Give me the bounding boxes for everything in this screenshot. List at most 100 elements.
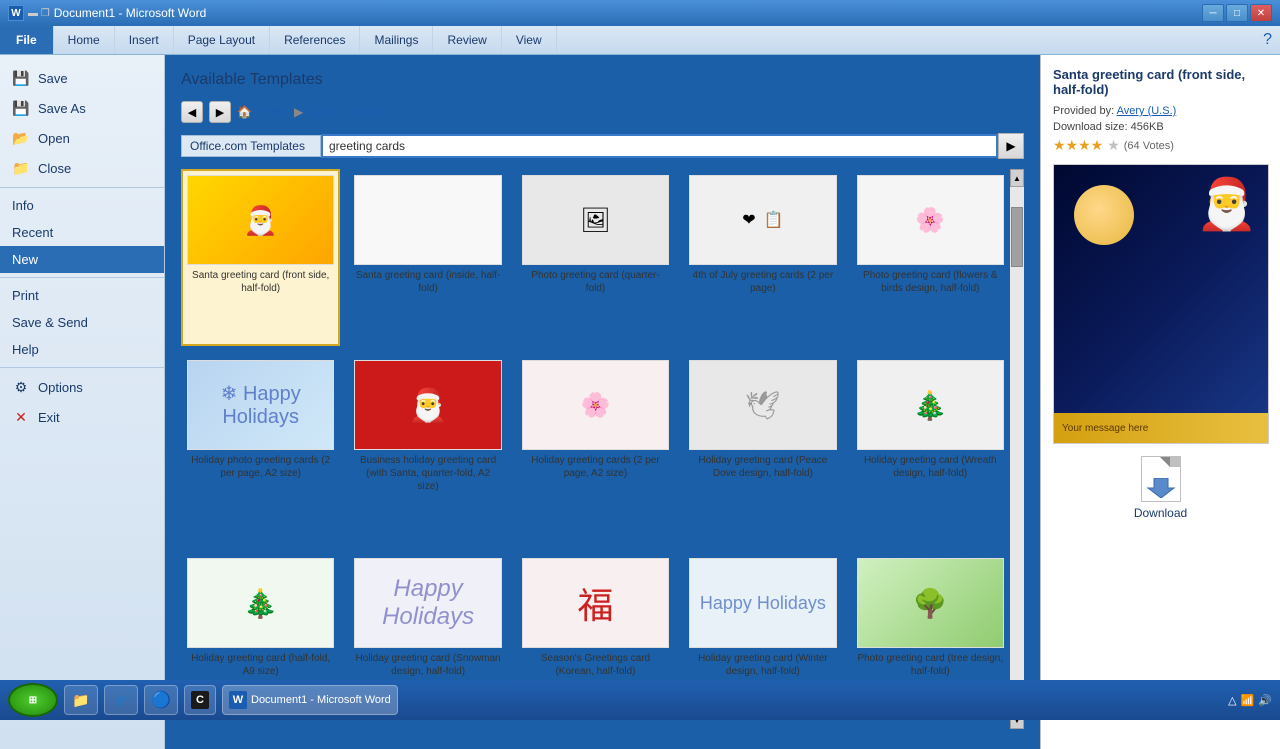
template-thumb-holiday-2pp: 🌸: [522, 360, 669, 450]
tab-view[interactable]: View: [502, 26, 557, 54]
preview-santa-icon: 🎅: [1196, 175, 1258, 234]
provider-link[interactable]: Avery (U.S.): [1117, 105, 1177, 117]
template-label-photo-tree: Photo greeting card (tree design, half-f…: [857, 652, 1004, 678]
sidebar-item-open[interactable]: 📂 Open: [0, 123, 164, 153]
download-icon: [1141, 456, 1181, 502]
taskbar-chrome[interactable]: 🔵: [144, 685, 178, 715]
template-item-peace-dove[interactable]: 🕊 Holiday greeting card (Peace Dove desi…: [683, 354, 842, 544]
tab-file[interactable]: File: [0, 26, 54, 54]
tab-home[interactable]: Home: [54, 26, 115, 54]
template-label-peace-dove: Holiday greeting card (Peace Dove design…: [689, 454, 836, 480]
home-icon: 🏠: [237, 105, 252, 119]
template-thumb-photo-tree: 🌳: [857, 558, 1004, 648]
template-thumb-korean: 福: [522, 558, 669, 648]
sidebar-item-info[interactable]: Info: [0, 192, 164, 219]
template-item-business-holiday[interactable]: 🎅 Business holiday greeting card (with S…: [348, 354, 507, 544]
template-thumb-wreath: 🎄: [857, 360, 1004, 450]
template-thumb-holiday-photo: ❄ Happy Holidays: [187, 360, 334, 450]
tab-review[interactable]: Review: [433, 26, 501, 54]
template-item-santa-inside[interactable]: Santa greeting card (inside, half-fold): [348, 169, 507, 346]
open-icon: 📂: [12, 129, 30, 147]
sidebar: 💾 Save 💾 Save As 📂 Open 📁 Close Info Rec…: [0, 55, 165, 749]
template-label-wreath: Holiday greeting card (Wreath design, ha…: [857, 454, 1004, 480]
tray-arrow[interactable]: △: [1228, 694, 1236, 707]
sidebar-item-help[interactable]: Help: [0, 336, 164, 363]
tab-insert[interactable]: Insert: [115, 26, 174, 54]
ribbon: File Home Insert Page Layout References …: [0, 26, 1280, 55]
nav-back-button[interactable]: ◀: [181, 101, 203, 123]
taskbar: ⊞ 📁 ℯ 🔵 C W Document1 - Microsoft Word △…: [0, 680, 1280, 720]
scroll-thumb[interactable]: [1011, 207, 1023, 267]
scroll-bar[interactable]: ▲ ▼: [1010, 169, 1024, 729]
maximize-button[interactable]: □: [1226, 4, 1248, 22]
template-label-july-4th: 4th of July greeting cards (2 per page): [689, 269, 836, 295]
minimize-button[interactable]: ─: [1202, 4, 1224, 22]
sidebar-item-close[interactable]: 📁 Close: [0, 153, 164, 183]
sidebar-item-exit[interactable]: ✕ Exit: [0, 402, 164, 432]
save-icon: 💾: [12, 69, 30, 87]
search-button[interactable]: ▶: [998, 133, 1024, 159]
template-item-wreath[interactable]: 🎄 Holiday greeting card (Wreath design, …: [851, 354, 1010, 544]
sidebar-item-print[interactable]: Print: [0, 282, 164, 309]
template-label-business-holiday: Business holiday greeting card (with San…: [354, 454, 501, 493]
sidebar-item-save-as[interactable]: 💾 Save As: [0, 93, 164, 123]
tab-mailings[interactable]: Mailings: [360, 26, 433, 54]
template-thumb-half-fold-a9: 🎄: [187, 558, 334, 648]
template-item-santa-front[interactable]: 🎅 Santa greeting card (front side, half-…: [181, 169, 340, 346]
sidebar-item-recent[interactable]: Recent: [0, 219, 164, 246]
taskbar-c-app[interactable]: C: [184, 685, 216, 715]
start-button[interactable]: ⊞: [8, 683, 58, 717]
tab-references[interactable]: References: [270, 26, 360, 54]
template-thumb-santa-inside: [354, 175, 501, 265]
template-thumb-peace-dove: 🕊: [689, 360, 836, 450]
template-thumb-santa-front: 🎅: [187, 175, 334, 265]
main-layout: 💾 Save 💾 Save As 📂 Open 📁 Close Info Rec…: [0, 55, 1280, 749]
nav-forward-button[interactable]: ▶: [209, 101, 231, 123]
search-area: Office.com Templates ▶: [181, 133, 1024, 159]
tray-sound-icon: 🔊: [1258, 694, 1272, 707]
sidebar-item-new[interactable]: New: [0, 246, 164, 273]
title-bar-controls[interactable]: ─ □ ✕: [1202, 4, 1272, 22]
download-label: Download: [1134, 506, 1187, 520]
template-item-photo-flowers[interactable]: 🌸 Photo greeting card (flowers & birds d…: [851, 169, 1010, 346]
taskbar-word[interactable]: W Document1 - Microsoft Word: [222, 685, 398, 715]
taskbar-explorer[interactable]: 📁: [64, 685, 98, 715]
exit-icon: ✕: [12, 408, 30, 426]
taskbar-word-label: Document1 - Microsoft Word: [251, 694, 391, 706]
template-item-photo-quarter[interactable]: 🖼 Photo greeting card (quarter-fold): [516, 169, 675, 346]
search-input[interactable]: [321, 134, 998, 158]
template-item-holiday-photo[interactable]: ❄ Happy Holidays Holiday photo greeting …: [181, 354, 340, 544]
template-grid: 🎅 Santa greeting card (front side, half-…: [181, 169, 1010, 729]
close-icon: 📁: [12, 159, 30, 177]
template-thumb-business-holiday: 🎅: [354, 360, 501, 450]
template-label-photo-quarter: Photo greeting card (quarter-fold): [522, 269, 669, 295]
template-item-holiday-2pp[interactable]: 🌸 Holiday greeting cards (2 per page, A2…: [516, 354, 675, 544]
template-thumb-winter: Happy Holidays: [689, 558, 836, 648]
sidebar-divider-1: [0, 187, 164, 188]
scroll-up-button[interactable]: ▲: [1010, 169, 1024, 187]
preview-message-bar: Your message here: [1054, 413, 1268, 443]
sidebar-item-options[interactable]: ⚙ Options: [0, 372, 164, 402]
nav-results: Search Results: [309, 105, 390, 119]
panel-title: Available Templates: [181, 71, 1024, 89]
template-label-holiday-photo: Holiday photo greeting cards (2 per page…: [187, 454, 334, 480]
help-icon[interactable]: ?: [1263, 31, 1272, 49]
close-button[interactable]: ✕: [1250, 4, 1272, 22]
taskbar-ie[interactable]: ℯ: [104, 685, 138, 715]
sys-tray: △ 📶 🔊: [1228, 694, 1272, 707]
nav-home-button[interactable]: 🏠 Home: [237, 105, 288, 119]
tab-page-layout[interactable]: Page Layout: [174, 26, 270, 54]
sidebar-item-save-send[interactable]: Save & Send: [0, 309, 164, 336]
templates-panel: Available Templates ◀ ▶ 🏠 Home ▶ Search …: [165, 55, 1040, 749]
download-button[interactable]: Download: [1053, 456, 1268, 520]
sidebar-item-save[interactable]: 💾 Save: [0, 63, 164, 93]
card-size: Download size: 456KB: [1053, 121, 1268, 133]
title-bar-title: Document1 - Microsoft Word: [54, 6, 207, 20]
search-label: Office.com Templates: [181, 135, 321, 157]
template-thumb-photo-quarter: 🖼: [522, 175, 669, 265]
title-bar-left: W ▬ ❐ Document1 - Microsoft Word: [8, 5, 206, 21]
template-label-photo-flowers: Photo greeting card (flowers & birds des…: [857, 269, 1004, 295]
template-label-snowman: Holiday greeting card (Snowman design, h…: [354, 652, 501, 678]
template-item-july-4th[interactable]: ❤ 📋 4th of July greeting cards (2 per pa…: [683, 169, 842, 346]
template-label-santa-front: Santa greeting card (front side, half-fo…: [187, 269, 334, 295]
